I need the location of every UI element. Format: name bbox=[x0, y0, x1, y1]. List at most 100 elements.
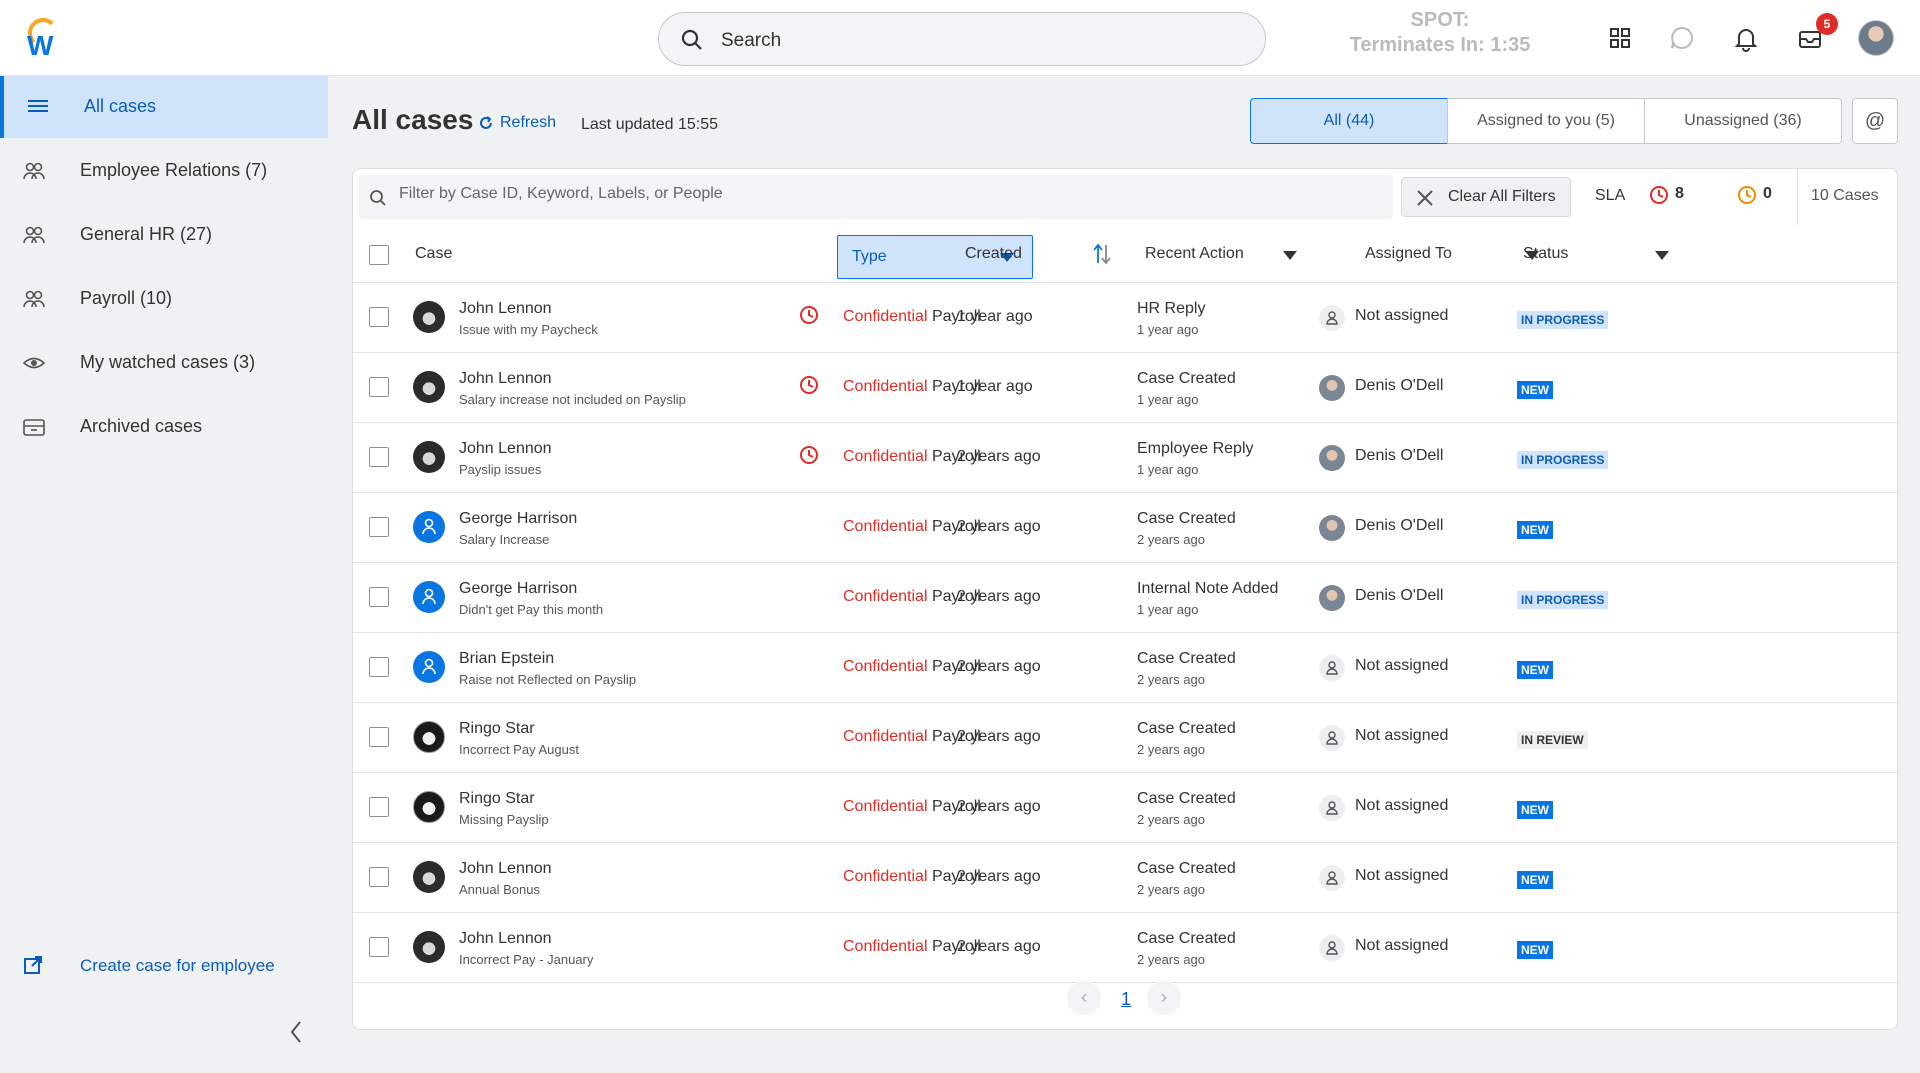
table-row[interactable]: John Lennon Payslip issues Confidential Pa… bbox=[353, 423, 1899, 493]
assignee-name: Denis O'Dell bbox=[1355, 447, 1444, 464]
recent-action: HR Reply bbox=[1137, 300, 1206, 317]
sidebar-item-all-cases[interactable]: All cases bbox=[0, 76, 328, 138]
user-avatar[interactable] bbox=[1858, 20, 1894, 56]
row-checkbox[interactable] bbox=[369, 727, 389, 747]
employee-avatar bbox=[413, 371, 445, 403]
tab-all[interactable]: All (44) bbox=[1250, 98, 1448, 144]
tab-unassigned[interactable]: Unassigned (36) bbox=[1644, 98, 1842, 144]
confidential-label: Confidential bbox=[843, 868, 928, 885]
chevron-down-icon[interactable] bbox=[1283, 251, 1297, 260]
assignee-avatar bbox=[1319, 515, 1345, 541]
create-case-label: Create case for employee bbox=[80, 956, 275, 975]
select-all-checkbox[interactable] bbox=[369, 245, 389, 265]
refresh-button[interactable]: Refresh bbox=[478, 114, 556, 132]
employee-name[interactable]: George Harrison bbox=[459, 510, 577, 528]
table-row[interactable]: Ringo Star Incorrect Pay August Confidenti… bbox=[353, 703, 1899, 773]
row-checkbox[interactable] bbox=[369, 587, 389, 607]
employee-name[interactable]: John Lennon bbox=[459, 930, 552, 948]
next-page-button[interactable]: › bbox=[1147, 981, 1181, 1015]
page-number[interactable]: 1 bbox=[1121, 989, 1131, 1010]
column-header-case[interactable]: Case bbox=[415, 245, 452, 263]
row-checkbox[interactable] bbox=[369, 447, 389, 467]
recent-action: Case Created bbox=[1137, 650, 1236, 667]
apps-grid-icon[interactable] bbox=[1606, 24, 1634, 52]
table-row[interactable]: John Lennon Annual Bonus Confidential Payr… bbox=[353, 843, 1899, 913]
status-badge: IN PROGRESS bbox=[1517, 311, 1609, 329]
workday-logo[interactable]: W bbox=[26, 18, 60, 61]
tab-assigned-to-you[interactable]: Assigned to you (5) bbox=[1447, 98, 1645, 144]
employee-name[interactable]: George Harrison bbox=[459, 580, 577, 598]
sidebar-item-label: Payroll (10) bbox=[80, 288, 173, 308]
global-search[interactable]: Search bbox=[658, 12, 1266, 66]
row-checkbox[interactable] bbox=[369, 657, 389, 677]
spot-label: SPOT: bbox=[1410, 9, 1470, 31]
column-header-recent-action[interactable]: Recent Action bbox=[1145, 245, 1244, 263]
table-row[interactable]: George Harrison Salary Increase Confidenti… bbox=[353, 493, 1899, 563]
filter-input[interactable] bbox=[399, 185, 1379, 203]
mention-button[interactable]: @ bbox=[1852, 98, 1898, 144]
employee-name[interactable]: John Lennon bbox=[459, 860, 552, 878]
notifications-bell-icon[interactable] bbox=[1732, 24, 1760, 52]
employee-avatar bbox=[413, 931, 445, 963]
employee-name[interactable]: Ringo Star bbox=[459, 790, 535, 808]
employee-name[interactable]: John Lennon bbox=[459, 300, 552, 318]
table-row[interactable]: John Lennon Incorrect Pay - January Confid… bbox=[353, 913, 1899, 983]
row-checkbox[interactable] bbox=[369, 307, 389, 327]
clear-all-filters-button[interactable]: Clear All Filters bbox=[1401, 177, 1571, 217]
employee-name[interactable]: Ringo Star bbox=[459, 720, 535, 738]
collapse-sidebar-chevron-icon[interactable] bbox=[288, 1020, 304, 1044]
assignee-name: Denis O'Dell bbox=[1355, 587, 1444, 604]
case-subject: Annual Bonus bbox=[459, 882, 540, 897]
sidebar-item-label: My watched cases (3) bbox=[80, 352, 256, 372]
sidebar-item-archived-cases[interactable]: Archived cases bbox=[0, 396, 328, 458]
recent-action-time: 2 years ago bbox=[1137, 952, 1205, 967]
column-header-created[interactable]: Created bbox=[965, 245, 1022, 263]
row-checkbox[interactable] bbox=[369, 937, 389, 957]
created-time: 2 years ago bbox=[957, 518, 1041, 535]
sort-icon[interactable] bbox=[1093, 243, 1111, 265]
sidebar-item-label: Archived cases bbox=[80, 416, 203, 436]
case-count: 10 Cases bbox=[1811, 187, 1879, 204]
table-row[interactable]: Ringo Star Missing Payslip Confidential Pa… bbox=[353, 773, 1899, 843]
unassigned-person-icon bbox=[1319, 655, 1345, 681]
created-time: 1 year ago bbox=[957, 378, 1033, 395]
row-checkbox[interactable] bbox=[369, 797, 389, 817]
sidebar-item-employee-relations[interactable]: Employee Relations (7) bbox=[0, 140, 328, 202]
table-row[interactable]: Brian Epstein Raise not Reflected on Pays… bbox=[353, 633, 1899, 703]
sla-overdue-clock-icon[interactable] bbox=[1649, 185, 1669, 205]
chat-icon[interactable] bbox=[1668, 24, 1696, 52]
filter-bar[interactable] bbox=[359, 175, 1393, 219]
status-badge: NEW bbox=[1517, 661, 1553, 679]
recent-action-time: 2 years ago bbox=[1137, 672, 1205, 687]
table-row[interactable]: John Lennon Salary increase not included … bbox=[353, 353, 1899, 423]
case-subject: Incorrect Pay - January bbox=[459, 952, 594, 967]
inbox-count-badge: 5 bbox=[1816, 13, 1838, 35]
row-checkbox[interactable] bbox=[369, 517, 389, 537]
row-checkbox[interactable] bbox=[369, 377, 389, 397]
sidebar-item-payroll[interactable]: Payroll (10) bbox=[0, 268, 328, 330]
assignee-name: Not assigned bbox=[1355, 797, 1449, 814]
created-time: 2 years ago bbox=[957, 798, 1041, 815]
employee-name[interactable]: John Lennon bbox=[459, 370, 552, 388]
unassigned-person-icon bbox=[1319, 935, 1345, 961]
table-row[interactable]: John Lennon Issue with my Paycheck Confide… bbox=[353, 283, 1899, 353]
confidential-label: Confidential bbox=[843, 728, 928, 745]
sla-warning-clock-icon[interactable] bbox=[1737, 185, 1757, 205]
sidebar-item-general-hr[interactable]: General HR (27) bbox=[0, 204, 328, 266]
chevron-down-icon[interactable] bbox=[1655, 251, 1669, 260]
recent-action: Case Created bbox=[1137, 860, 1236, 877]
column-header-status[interactable]: Status bbox=[1523, 245, 1568, 263]
assignee-name: Not assigned bbox=[1355, 937, 1449, 954]
employee-name[interactable]: John Lennon bbox=[459, 440, 552, 458]
search-label: Search bbox=[721, 30, 782, 51]
employee-name[interactable]: Brian Epstein bbox=[459, 650, 554, 668]
previous-page-button[interactable]: ‹ bbox=[1067, 981, 1101, 1015]
table-row[interactable]: George Harrison Didn't get Pay this month… bbox=[353, 563, 1899, 633]
sidebar-item-watched-cases[interactable]: My watched cases (3) bbox=[0, 332, 328, 394]
column-header-assigned-to[interactable]: Assigned To bbox=[1365, 245, 1452, 263]
confidential-label: Confidential bbox=[843, 938, 928, 955]
close-icon bbox=[1417, 190, 1433, 206]
people-icon bbox=[23, 226, 45, 244]
recent-action: Internal Note Added bbox=[1137, 580, 1279, 597]
row-checkbox[interactable] bbox=[369, 867, 389, 887]
